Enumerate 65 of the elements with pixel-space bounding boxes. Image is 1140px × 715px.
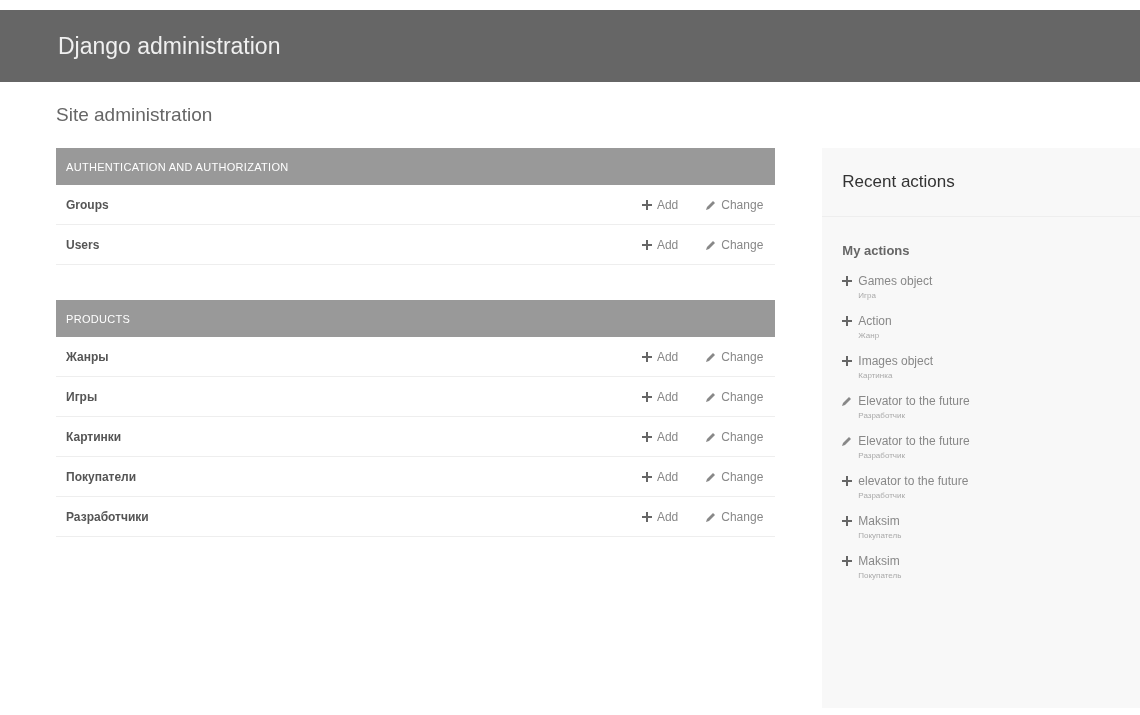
action-type: Картинка: [858, 371, 894, 380]
plus-icon: [641, 239, 652, 250]
model-link[interactable]: Покупатели: [66, 469, 642, 484]
model-link[interactable]: Разработчики: [66, 509, 642, 524]
pencil-icon: [706, 391, 717, 402]
action-link[interactable]: Maksim: [858, 554, 902, 568]
pencil-icon: [842, 436, 853, 446]
panel-subtitle: My actions: [841, 242, 911, 258]
action-type: Игра: [858, 291, 877, 300]
plus-icon: [842, 316, 853, 326]
plus-icon: [641, 199, 652, 210]
plus-icon: [641, 471, 652, 482]
module-caption: AUTHENTICATION AND AUTHORIZATION: [66, 160, 289, 173]
plus-icon: [842, 276, 853, 286]
action-type: Разработчик: [858, 411, 906, 420]
model-link[interactable]: Жанры: [66, 349, 642, 364]
panel-title: Recent actions: [842, 172, 955, 192]
plus-icon: [641, 351, 652, 362]
add-link[interactable]: Add: [641, 429, 679, 444]
action-link[interactable]: Images object: [858, 354, 934, 368]
plus-icon: [641, 391, 652, 402]
pencil-icon: [706, 511, 717, 522]
change-link[interactable]: Change: [706, 197, 764, 212]
add-link[interactable]: Add: [641, 197, 679, 212]
plus-icon: [641, 431, 652, 442]
model-link[interactable]: Картинки: [66, 429, 642, 444]
pencil-icon: [706, 351, 717, 362]
pencil-icon: [842, 396, 853, 406]
site-title: Django administration: [58, 32, 281, 60]
change-link[interactable]: Change: [706, 349, 764, 364]
action-type: Покупатель: [858, 531, 902, 540]
action-type: Разработчик: [858, 451, 906, 460]
action-link[interactable]: Elevator to the future: [858, 394, 970, 408]
add-link[interactable]: Add: [641, 509, 679, 524]
add-link[interactable]: Add: [641, 237, 679, 252]
pencil-icon: [706, 199, 717, 210]
module-caption: PRODUCTS: [66, 312, 131, 325]
action-link[interactable]: Action: [858, 314, 892, 328]
change-link[interactable]: Change: [706, 469, 764, 484]
plus-icon: [842, 476, 853, 486]
plus-icon: [641, 511, 652, 522]
change-link[interactable]: Change: [706, 389, 764, 404]
action-link[interactable]: Games object: [858, 274, 933, 288]
add-link[interactable]: Add: [641, 389, 679, 404]
add-link[interactable]: Add: [641, 349, 679, 364]
model-link[interactable]: Groups: [66, 197, 642, 212]
pencil-icon: [706, 431, 717, 442]
action-link[interactable]: Maksim: [858, 514, 902, 528]
model-link[interactable]: Игры: [66, 389, 642, 404]
change-link[interactable]: Change: [706, 429, 764, 444]
add-link[interactable]: Add: [641, 469, 679, 484]
action-link[interactable]: elevator to the future: [858, 474, 969, 488]
plus-icon: [842, 356, 853, 366]
action-link[interactable]: Elevator to the future: [858, 434, 970, 448]
pencil-icon: [706, 471, 717, 482]
plus-icon: [842, 556, 853, 566]
page-title: Site administration: [56, 104, 214, 126]
plus-icon: [842, 516, 853, 526]
action-type: Покупатель: [858, 571, 902, 580]
pencil-icon: [706, 239, 717, 250]
change-link[interactable]: Change: [706, 237, 764, 252]
change-link[interactable]: Change: [706, 509, 764, 524]
action-type: Разработчик: [858, 491, 906, 500]
model-link[interactable]: Users: [66, 237, 642, 252]
action-type: Жанр: [858, 331, 881, 340]
